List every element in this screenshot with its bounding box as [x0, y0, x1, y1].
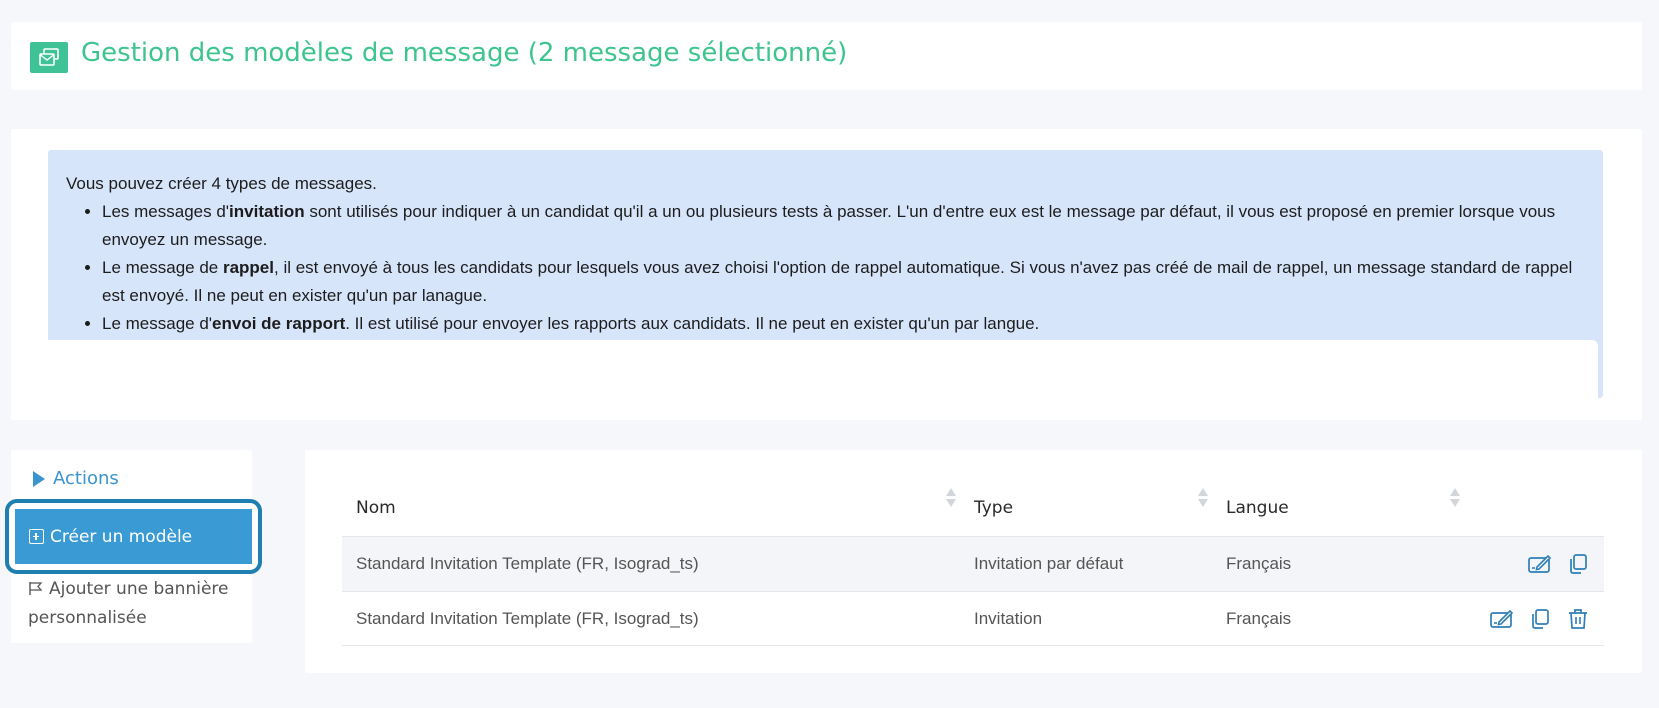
info-item-report: Le message d'envoi de rapport. Il est ut…	[102, 310, 1585, 338]
row-actions	[1478, 552, 1604, 576]
column-header-type[interactable]: Type	[974, 488, 1226, 518]
table-header: Nom Type Langue	[342, 480, 1604, 536]
create-template-highlight: Créer un modèle	[5, 499, 262, 574]
info-item-text: sont utilisés pour indiquer à un candida…	[102, 202, 1556, 249]
info-item-text: Les messages d'	[102, 202, 230, 221]
row-actions	[1478, 607, 1604, 631]
info-text: Vous pouvez créer 4 types de messages. L…	[48, 150, 1603, 338]
cell-name: Standard Invitation Template (FR, Isogra…	[356, 554, 699, 573]
actions-toggle[interactable]: Actions	[33, 468, 119, 489]
cell-name: Standard Invitation Template (FR, Isogra…	[356, 608, 699, 628]
info-box-overlay	[48, 340, 1598, 398]
column-header-label: Type	[974, 498, 1014, 518]
sort-icon[interactable]	[1198, 488, 1208, 508]
templates-table-card: Nom Type Langue Standard Invitation Temp…	[305, 450, 1642, 673]
sort-icon[interactable]	[946, 488, 956, 508]
create-template-label: Créer un modèle	[50, 526, 193, 547]
info-box: Vous pouvez créer 4 types de messages. L…	[48, 150, 1603, 398]
trash-icon[interactable]	[1566, 607, 1590, 631]
cell-type: Invitation par défaut	[974, 554, 1124, 573]
cell-type: Invitation	[974, 608, 1043, 628]
info-item-keyword: rappel	[222, 258, 274, 277]
column-header-name[interactable]: Nom	[342, 488, 974, 518]
page-header: Gestion des modèles de message (2 messag…	[11, 22, 1642, 90]
edit-icon[interactable]	[1528, 552, 1552, 576]
info-item-keyword: invitation	[229, 202, 305, 221]
info-intro: Vous pouvez créer 4 types de messages.	[66, 174, 377, 193]
table-row[interactable]: Standard Invitation Template (FR, Isogra…	[342, 536, 1604, 591]
templates-icon	[30, 42, 68, 73]
edit-icon[interactable]	[1490, 607, 1514, 631]
templates-table: Nom Type Langue Standard Invitation Temp…	[342, 480, 1604, 646]
plus-square-icon	[29, 529, 44, 544]
actions-panel: Actions Créer un modèle Ajouter une bann…	[5, 450, 262, 643]
table-row[interactable]: Standard Invitation Template (FR, Isogra…	[342, 591, 1604, 646]
page-title: Gestion des modèles de message (2 messag…	[81, 38, 848, 68]
copy-icon[interactable]	[1528, 607, 1552, 631]
cell-language: Français	[1226, 608, 1292, 628]
flag-icon	[28, 578, 43, 605]
cell-language: Français	[1226, 554, 1292, 573]
copy-icon[interactable]	[1566, 552, 1590, 576]
info-item-text: , il est envoyé à tous les candidats pou…	[102, 258, 1573, 305]
column-header-label: Nom	[356, 498, 396, 518]
sort-icon[interactable]	[1450, 488, 1460, 508]
column-header-language[interactable]: Langue	[1226, 488, 1478, 518]
add-banner-label: Ajouter une bannière personnalisée	[28, 579, 229, 628]
create-template-button[interactable]: Créer un modèle	[15, 509, 252, 564]
info-card: Vous pouvez créer 4 types de messages. L…	[11, 129, 1642, 420]
info-item-keyword: envoi de rapport	[212, 314, 346, 333]
info-list: Les messages d'invitation sont utilisés …	[66, 198, 1585, 338]
add-banner-link[interactable]: Ajouter une bannière personnalisée	[28, 576, 243, 632]
column-header-label: Langue	[1226, 498, 1289, 518]
info-item-invitation: Les messages d'invitation sont utilisés …	[102, 198, 1585, 254]
info-item-text: . Il est utilisé pour envoyer les rappor…	[345, 314, 1040, 333]
actions-title: Actions	[53, 468, 119, 489]
info-item-text: Le message d'	[102, 314, 213, 333]
info-item-reminder: Le message de rappel, il est envoyé à to…	[102, 254, 1585, 310]
play-icon	[33, 470, 45, 487]
info-item-text: Le message de	[102, 258, 223, 277]
